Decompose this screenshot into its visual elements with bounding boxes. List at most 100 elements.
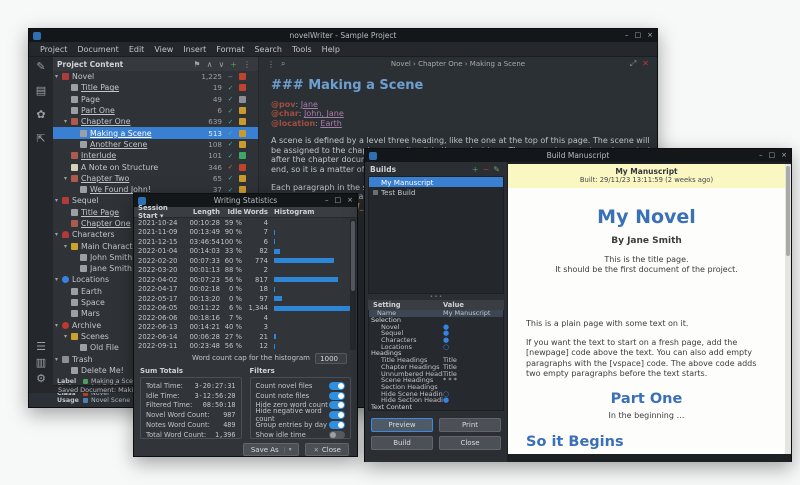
tree-item-check-icon[interactable]: ✓ — [226, 107, 235, 115]
tree-item-check-icon[interactable]: ✓ — [226, 163, 235, 171]
expand-arrow-icon[interactable]: ▾ — [55, 73, 62, 80]
build-button[interactable]: Build — [371, 436, 433, 450]
minimize-icon[interactable]: – — [325, 194, 329, 207]
tree-item-check-icon[interactable]: ✓ — [226, 95, 235, 103]
remove-build-icon[interactable]: − — [481, 165, 492, 174]
menu-item[interactable]: Insert — [178, 45, 211, 54]
tree-item[interactable]: Page 49 ✓ — [53, 94, 258, 105]
tree-item[interactable]: ▾ Novel 1,225 − — [53, 71, 258, 82]
tree-item[interactable]: Another Scene 108 ✓ — [53, 139, 258, 150]
expand-arrow-icon[interactable]: ▾ — [64, 333, 71, 340]
tag-value[interactable]: Jane — [301, 100, 318, 109]
move-down-icon[interactable]: ∨ — [215, 60, 227, 69]
close-icon[interactable]: × — [781, 149, 787, 162]
session-row[interactable]: 2021-10-24 00:10:28 59 % 4 — [138, 218, 353, 228]
add-build-icon[interactable]: + — [470, 165, 481, 174]
edit-build-icon[interactable]: ✎ — [491, 165, 502, 174]
tag-value[interactable]: Earth — [320, 119, 341, 128]
save-as-dropdown-icon[interactable]: ▾ — [284, 447, 292, 453]
expand-arrow-icon[interactable]: ▾ — [55, 276, 62, 283]
print-button[interactable]: Print — [439, 418, 501, 432]
column-length[interactable]: Length — [182, 208, 220, 216]
tree-item[interactable]: Making a Scene 513 ✓ — [53, 127, 258, 138]
expand-arrow-icon[interactable]: ▾ — [64, 243, 71, 250]
session-row[interactable]: 2022-05-17 00:13:20 0 % 97 — [138, 294, 353, 304]
maximize-icon[interactable]: □ — [769, 149, 776, 162]
tree-item-check-icon[interactable]: − — [226, 73, 235, 81]
move-up-icon[interactable]: ∧ — [204, 60, 216, 69]
column-words[interactable]: Words — [242, 208, 268, 216]
edit-view-icon[interactable]: ✎ — [29, 60, 53, 73]
column-idle[interactable]: Idle — [220, 208, 242, 216]
tree-item[interactable]: Interlude 101 ✓ — [53, 150, 258, 161]
close-document-icon[interactable]: ✕ — [639, 59, 652, 69]
session-row[interactable]: 2022-04-02 00:07:23 56 % 817 — [138, 275, 353, 285]
session-row[interactable]: 2022-03-20 00:01:13 88 % 2 — [138, 266, 353, 276]
filter-toggle[interactable] — [329, 382, 345, 390]
search-icon[interactable]: ⌕ — [278, 59, 288, 69]
column-session-start[interactable]: Session Start ▾ — [138, 204, 182, 220]
session-row[interactable]: 2022-06-06 00:18:16 7 % 4 — [138, 313, 353, 323]
close-icon[interactable]: × — [347, 194, 353, 207]
filter-toggle[interactable] — [329, 401, 345, 409]
maximize-icon[interactable]: □ — [635, 29, 642, 42]
tree-item[interactable]: Part One 6 ✓ — [53, 105, 258, 116]
table-scrollbar[interactable] — [350, 219, 356, 350]
tree-item-check-icon[interactable]: ✓ — [226, 140, 235, 148]
session-row[interactable]: 2021-12-15 03:46:54 100 % 6 — [138, 237, 353, 247]
cap-spinner[interactable]: 1000 — [315, 353, 347, 364]
menu-item[interactable]: Help — [317, 45, 345, 54]
filter-toggle[interactable] — [329, 421, 345, 429]
tree-item[interactable]: ▾ Chapter Two 65 ✓ — [53, 173, 258, 184]
writing-stats-icon[interactable]: ▥ — [29, 356, 53, 369]
maximize-editor-icon[interactable]: ⤢ — [627, 59, 639, 69]
stats-close-button[interactable]: ✕Close — [305, 443, 349, 456]
build-list-item[interactable]: Test Build — [369, 187, 503, 197]
save-as-button[interactable]: Save As▾ — [243, 443, 300, 456]
menu-item[interactable]: View — [149, 45, 178, 54]
filter-toggle[interactable] — [329, 411, 345, 419]
session-row[interactable]: 2022-06-13 00:14:21 40 % 3 — [138, 323, 353, 333]
filter-toggle[interactable] — [329, 392, 345, 400]
menu-item[interactable]: Search — [249, 45, 286, 54]
session-row[interactable]: 2022-02-20 00:07:33 60 % 774 — [138, 256, 353, 266]
manuscript-page[interactable]: My Manuscript Built: 29/11/23 13:11:59 (… — [508, 164, 785, 454]
tree-item-check-icon[interactable]: ✓ — [226, 152, 235, 160]
menu-item[interactable]: Project — [35, 45, 72, 54]
menu-item[interactable]: Tools — [287, 45, 317, 54]
menu-dots-icon[interactable]: ⋮ — [240, 60, 254, 69]
session-row[interactable]: 2022-04-17 00:02:18 0 % 18 — [138, 285, 353, 295]
tree-item-check-icon[interactable]: ✓ — [226, 118, 235, 126]
preview-scrollbar[interactable] — [785, 164, 791, 454]
minimize-icon[interactable]: – — [625, 29, 629, 42]
filter-toggle[interactable] — [329, 431, 345, 439]
session-row[interactable]: 2022-06-05 00:11:22 6 % 1,344 — [138, 304, 353, 314]
export-icon[interactable]: ⇱ — [29, 132, 53, 145]
menu-item[interactable]: Format — [211, 45, 249, 54]
editor-menu-icon[interactable]: ⋮ — [264, 60, 278, 69]
menu-item[interactable]: Edit — [124, 45, 150, 54]
expand-arrow-icon[interactable]: ▾ — [64, 118, 71, 125]
build-titlebar[interactable]: Build Manuscript – □ × — [365, 149, 791, 162]
tree-item-check-icon[interactable]: ✓ — [226, 174, 235, 182]
session-row[interactable]: 2022-09-11 00:23:48 56 % 12 — [138, 342, 353, 352]
details-list-icon[interactable]: ☰ — [29, 340, 53, 353]
add-item-icon[interactable]: + — [227, 60, 240, 69]
expand-arrow-icon[interactable]: ▾ — [55, 356, 62, 363]
outline-view-icon[interactable]: ▤ — [29, 84, 53, 97]
column-histogram[interactable]: Histogram — [268, 208, 353, 216]
session-row[interactable]: 2021-11-09 00:13:49 90 % 7 — [138, 228, 353, 238]
main-titlebar[interactable]: novelWriter - Sample Project – □ × — [29, 29, 657, 42]
scrollbar-thumb[interactable] — [786, 166, 790, 256]
novel-rose-icon[interactable]: ✿ — [29, 108, 53, 121]
tree-item[interactable]: A Note on Structure 346 ✓ — [53, 161, 258, 172]
tree-item[interactable]: ▾ Chapter One 639 ✓ — [53, 116, 258, 127]
tree-item-check-icon[interactable]: ✓ — [226, 129, 235, 137]
tree-item-check-icon[interactable]: ✓ — [226, 84, 235, 92]
tag-value[interactable]: John, Jane — [304, 109, 344, 118]
close-icon[interactable]: × — [647, 29, 653, 42]
build-list-item[interactable]: My Manuscript — [369, 177, 503, 187]
expand-arrow-icon[interactable]: ▾ — [64, 175, 71, 182]
menu-item[interactable]: Document — [72, 45, 123, 54]
expand-arrow-icon[interactable]: ▾ — [55, 231, 62, 238]
